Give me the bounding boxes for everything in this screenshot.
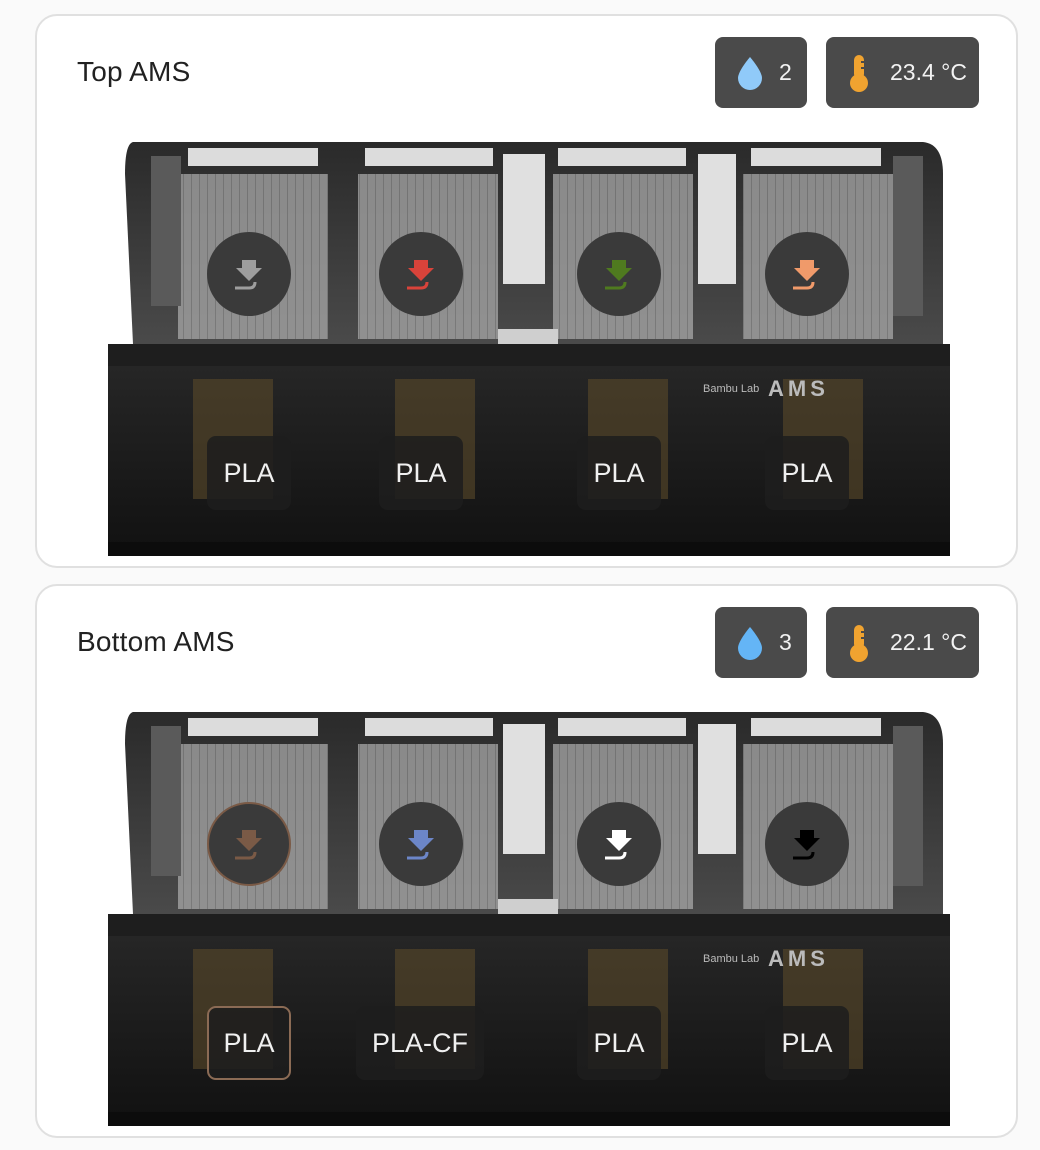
ams-unit-illustration: Bambu Lab AMS PLA PLA PLA PLA: [103, 134, 955, 564]
temperature-badge[interactable]: 22.1 °C: [826, 607, 979, 678]
slot-2-material-label[interactable]: PLA-CF: [356, 1006, 484, 1080]
thermometer-icon: [846, 53, 872, 93]
slot-2-material-label[interactable]: PLA: [379, 436, 463, 510]
temperature-value: 23.4 °C: [890, 59, 967, 85]
slot-2-filament-icon[interactable]: [379, 802, 463, 886]
humidity-badge[interactable]: 2: [715, 37, 807, 108]
slot-4-filament-icon[interactable]: [765, 802, 849, 886]
slot-4-filament-icon[interactable]: [765, 232, 849, 316]
svg-text:Bambu Lab: Bambu Lab: [703, 383, 759, 395]
water-drop-icon: [735, 55, 765, 91]
slot-1-material-label[interactable]: PLA: [207, 436, 291, 510]
ams-unit-illustration: Bambu Lab AMS PLA PLA-CF PLA PLA: [103, 704, 955, 1134]
slot-2-filament-icon[interactable]: [379, 232, 463, 316]
svg-text:AMS: AMS: [768, 376, 829, 401]
svg-text:AMS: AMS: [768, 946, 829, 971]
humidity-badge[interactable]: 3: [715, 607, 807, 678]
card-title: Bottom AMS: [77, 626, 235, 657]
slot-3-material-label[interactable]: PLA: [577, 436, 661, 510]
humidity-value: 2: [779, 59, 792, 85]
slot-4-material-label[interactable]: PLA: [765, 436, 849, 510]
slot-1-material-label[interactable]: PLA: [207, 1006, 291, 1080]
slot-4-material-label[interactable]: PLA: [765, 1006, 849, 1080]
humidity-value: 3: [779, 629, 792, 655]
card-title: Top AMS: [77, 56, 191, 87]
thermometer-icon: [846, 623, 872, 663]
slot-3-filament-icon[interactable]: [577, 802, 661, 886]
svg-text:Bambu Lab: Bambu Lab: [703, 953, 759, 965]
temperature-badge[interactable]: 23.4 °C: [826, 37, 979, 108]
slot-1-filament-icon[interactable]: [207, 232, 291, 316]
water-drop-icon: [735, 625, 765, 661]
ams-card-top: Top AMS 2 23.4 °C Bambu Lab AMS PLA PLA …: [35, 14, 1018, 568]
slot-1-filament-icon[interactable]: [207, 802, 291, 886]
ams-card-bottom: Bottom AMS 3 22.1 °C Bambu Lab AMS PLA P…: [35, 584, 1018, 1138]
slot-3-material-label[interactable]: PLA: [577, 1006, 661, 1080]
slot-3-filament-icon[interactable]: [577, 232, 661, 316]
temperature-value: 22.1 °C: [890, 629, 967, 655]
